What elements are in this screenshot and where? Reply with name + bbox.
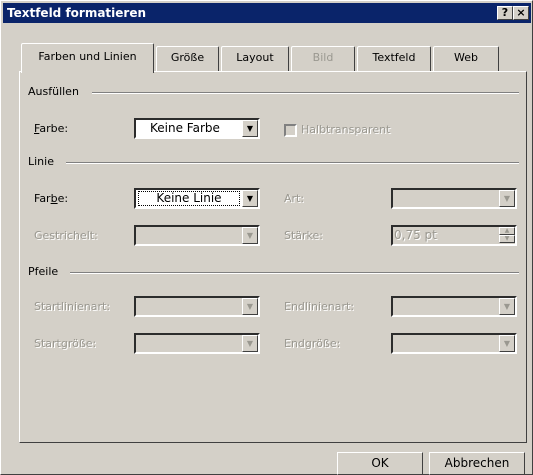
fill-color-dropdown[interactable]: Keine Farbe ▼	[134, 118, 260, 139]
tab-layout[interactable]: Layout	[221, 46, 289, 71]
section-heading-arrows: Pfeile	[28, 265, 59, 278]
tab-label: Größe	[170, 51, 205, 64]
section-divider	[70, 272, 519, 274]
tab-web[interactable]: Web	[433, 46, 499, 71]
tab-label[interactable]: Textfeld	[373, 51, 416, 64]
chevron-down-icon: ▼	[242, 227, 258, 244]
line-weight-label: Stärke:	[284, 229, 324, 242]
tab-textfeld[interactable]: Textfeld	[357, 46, 431, 71]
tab-label: Layout	[236, 51, 274, 64]
chevron-down-icon: ▼	[242, 298, 258, 315]
line-weight-spinner: 0,75 pt ▲ ▼	[391, 225, 517, 246]
semitransparent-checkbox[interactable]	[284, 124, 297, 137]
section-divider	[66, 162, 519, 164]
fill-color-value: Keine Farbe	[150, 121, 220, 135]
tab-label: Farben und Linien	[38, 50, 137, 63]
end-style-label: Endlinienart:	[284, 300, 355, 313]
section-divider	[92, 92, 519, 94]
chevron-down-icon: ▼	[499, 335, 515, 352]
end-size-label: Endgröße:	[284, 337, 341, 350]
line-color-value: Keine Linie	[138, 191, 240, 206]
dashed-dropdown: ▼	[134, 225, 260, 246]
help-button[interactable]: ?	[497, 6, 513, 20]
section-heading-line: Linie	[28, 155, 54, 168]
fill-color-label: Farbe:	[34, 122, 69, 135]
line-style-dropdown: ▼	[391, 188, 517, 209]
spin-down-icon: ▼	[499, 235, 515, 243]
line-color-dropdown[interactable]: Keine Linie ▼	[134, 188, 260, 209]
format-textbox-dialog: Textfeld formatieren ? × Farben und Lini…	[0, 0, 533, 475]
focus-highlight: Keine Linie	[138, 191, 240, 206]
line-weight-value: 0,75 pt	[394, 228, 437, 242]
tab-label: Web	[454, 51, 478, 64]
dashed-label: Gestrichelt:	[34, 229, 98, 242]
start-style-dropdown: ▼	[134, 296, 260, 317]
chevron-down-icon: ▼	[242, 335, 258, 352]
end-size-dropdown: ▼	[391, 333, 517, 354]
start-style-label: Startlinienart:	[34, 300, 111, 313]
line-color-label: Farbe:	[34, 192, 69, 205]
tab-panel	[19, 71, 527, 443]
tab-groesse[interactable]: Größe	[156, 46, 219, 71]
ok-button[interactable]: OK	[337, 452, 423, 475]
tab-farben-und-linien[interactable]: Farben und Linien	[21, 43, 154, 73]
chevron-down-icon: ▼	[499, 298, 515, 315]
chevron-down-icon: ▼	[499, 190, 515, 207]
chevron-down-icon[interactable]: ▼	[242, 120, 258, 137]
title-bar[interactable]: Textfeld formatieren ? ×	[3, 3, 531, 23]
end-style-dropdown: ▼	[391, 296, 517, 317]
start-size-dropdown: ▼	[134, 333, 260, 354]
window-title: Textfeld formatieren	[7, 6, 147, 20]
semitransparent-label: Halbtransparent	[301, 123, 391, 136]
chevron-down-icon[interactable]: ▼	[242, 190, 258, 207]
cancel-button[interactable]: Abbrechen	[429, 452, 525, 475]
spin-up-icon: ▲	[499, 227, 515, 235]
close-button[interactable]: ×	[513, 6, 529, 20]
spinner-buttons: ▲ ▼	[499, 227, 515, 244]
section-heading-fill: Ausfüllen	[28, 85, 79, 98]
start-size-label: Startgröße:	[34, 337, 97, 350]
tab-bild: Bild	[291, 46, 355, 71]
line-style-label: Art:	[284, 192, 305, 205]
tab-label: Bild	[312, 51, 334, 64]
